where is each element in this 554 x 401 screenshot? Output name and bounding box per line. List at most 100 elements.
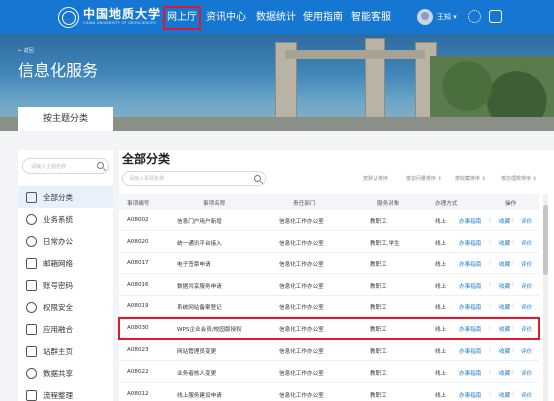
table-row[interactable]: A08017 电子签章申请 信息化工作办公室 教职工 线上 办事指南 | 收藏 | 评价 <box>119 253 539 274</box>
back-link[interactable]: ← 返回 <box>18 47 34 54</box>
favorite-link[interactable]: 收藏 <box>499 282 510 290</box>
sidebar-item-business[interactable]: 业务系统 <box>18 208 113 230</box>
lock-icon <box>26 279 37 291</box>
nav-online-hall[interactable]: 网上厅 <box>163 6 201 30</box>
section-title: 全部分类 <box>122 152 171 166</box>
sidebar-item-data-share[interactable]: 数据共享 <box>18 362 113 384</box>
col-dept: 责任部门 <box>293 201 316 207</box>
table-row[interactable]: A08016 数据共享服务申请 信息化工作办公室 教职工 线上 办事指南 | 收藏 | 评价 <box>119 275 539 296</box>
action-separator: | <box>512 347 514 353</box>
favorite-link[interactable]: 收藏 <box>499 347 510 355</box>
sidebar-item-office[interactable]: 日常办公 <box>18 230 113 252</box>
cell-mode: 线上 <box>435 241 447 247</box>
category-sidebar: 请输入主题名称 全部分类 业务系统 日常办公 邮箱网络 账号密码 权限安全 应用… <box>18 150 113 401</box>
cell-id: A08020 <box>127 239 149 245</box>
cell-target: 教职工,学生 <box>370 241 400 247</box>
nav-guide[interactable]: 使用指南 <box>303 10 343 26</box>
table-row[interactable]: A08002 信息门户用户新增 信息化工作办公室 教职工 线上 办事指南 | 收藏 | 评价 <box>119 210 539 231</box>
col-target: 服务对象 <box>377 201 400 207</box>
sidebar-item-mail-network[interactable]: 邮箱网络 <box>18 252 113 274</box>
table-row[interactable]: A08020 统一通讯平台接入 信息化工作办公室 教职工,学生 线上 办事指南 | 收藏 | 评价 <box>119 232 539 253</box>
university-seal-icon <box>58 6 79 28</box>
nav-news-center[interactable]: 资讯中心 <box>206 10 246 26</box>
university-logo[interactable]: 中国地质大学 CHINA UNIVERSITY OF GEOSCIENCES <box>58 5 161 29</box>
col-name: 事项名称 <box>203 201 226 207</box>
sidebar-search-input[interactable]: 请输入主题名称 <box>22 158 109 174</box>
guide-link[interactable]: 办事指南 <box>459 217 481 225</box>
rate-link[interactable]: 评价 <box>521 391 532 399</box>
table-row[interactable]: A08023 网站管理员变更 信息化工作办公室 教职工 线上 办事指南 | 收藏 | 评价 <box>119 340 539 361</box>
favorite-link[interactable]: 收藏 <box>499 260 510 268</box>
sidebar-item-flow[interactable]: 流程整理 <box>18 384 113 401</box>
action-separator: | <box>512 303 514 309</box>
rate-link[interactable]: 评价 <box>521 260 532 268</box>
sort-by-favorites[interactable]: 按收藏排序 ⇕ <box>455 175 486 182</box>
cell-id: A08017 <box>127 260 149 266</box>
scrollbar-thumb[interactable] <box>543 205 548 275</box>
logout-icon[interactable] <box>489 10 502 23</box>
guide-link[interactable]: 办事指南 <box>459 391 481 399</box>
cell-dept: 信息化工作办公室 <box>279 262 324 268</box>
favorite-link[interactable]: 收藏 <box>499 303 510 311</box>
rate-link[interactable]: 评价 <box>521 217 532 225</box>
search-icon[interactable] <box>97 162 104 169</box>
guide-link[interactable]: 办事指南 <box>459 303 481 311</box>
guide-link[interactable]: 办事指南 <box>459 347 481 355</box>
sort-by-visits[interactable]: 按访问量排序 ⇕ <box>406 175 442 182</box>
settings-icon[interactable] <box>468 10 481 23</box>
cell-dept: 信息化工作办公室 <box>279 305 324 311</box>
cell-target: 教职工 <box>370 349 387 355</box>
guide-link[interactable]: 办事指南 <box>459 260 481 268</box>
user-menu[interactable]: 王知 ▾ <box>417 9 457 25</box>
guide-link[interactable]: 办事指南 <box>459 325 481 333</box>
cell-name: WPS企业会员/校园版授权 <box>177 327 242 333</box>
search-icon[interactable] <box>254 175 261 182</box>
tab-by-theme[interactable]: 按主题分类 <box>18 107 113 131</box>
action-separator: | <box>489 347 491 353</box>
rate-link[interactable]: 评价 <box>521 347 532 355</box>
nav-statistics[interactable]: 数据统计 <box>256 10 296 26</box>
rate-link[interactable]: 评价 <box>521 325 532 333</box>
cell-mode: 线上 <box>435 349 447 355</box>
item-search-input[interactable]: 请输入事项名称 <box>122 171 266 186</box>
cell-name: 统一通讯平台接入 <box>177 241 222 247</box>
rate-link[interactable]: 评价 <box>521 303 532 311</box>
action-separator: | <box>512 239 514 245</box>
cell-target: 教职工 <box>370 327 387 333</box>
favorite-link[interactable]: 收藏 <box>499 239 510 247</box>
guide-link[interactable]: 办事指南 <box>459 239 481 247</box>
guide-link[interactable]: 办事指南 <box>459 282 481 290</box>
sidebar-item-apps[interactable]: 应用融合 <box>18 318 113 340</box>
favorite-link[interactable]: 收藏 <box>499 217 510 225</box>
guide-link[interactable]: 办事指南 <box>459 369 481 377</box>
favorite-link[interactable]: 收藏 <box>499 391 510 399</box>
table-row[interactable]: A08030 WPS企业会员/校园版授权 信息化工作办公室 教职工 线上 办事指南 | 收藏 |… <box>118 317 540 340</box>
sidebar-item-security[interactable]: 权限安全 <box>18 296 113 318</box>
main-panel: 全部分类 请输入事项名称 按默认排序 按访问量排序 ⇕ 按收藏排序 ⇕ 按办理数… <box>118 150 554 401</box>
cell-target: 教职工 <box>370 284 387 290</box>
table-header: 事项编号 事项名称 责任部门 服务对象 办理方式 操作 <box>119 194 539 210</box>
cell-target: 教职工 <box>370 393 387 399</box>
action-separator: | <box>512 217 514 223</box>
action-separator: | <box>489 303 491 309</box>
action-separator: | <box>489 282 491 288</box>
rate-link[interactable]: 评价 <box>521 282 532 290</box>
sidebar-item-all[interactable]: 全部分类 <box>18 186 113 208</box>
favorite-link[interactable]: 收藏 <box>499 325 510 333</box>
table-row[interactable]: A08022 业务者核人变更 信息化工作办公室 教职工 线上 办事指南 | 收藏 | 评价 <box>119 362 539 383</box>
table-row[interactable]: A08012 线上服务建设申请 信息化工作办公室 教职工 线上 办事指南 | 收藏 | 评价 <box>119 384 539 401</box>
cell-mode: 线上 <box>435 284 447 290</box>
sort-by-handled[interactable]: 按办理数排序 ⇕ <box>501 175 537 182</box>
logo-subtitle: CHINA UNIVERSITY OF GEOSCIENCES <box>83 21 157 25</box>
sidebar-item-sites[interactable]: 站群主页 <box>18 340 113 362</box>
favorite-link[interactable]: 收藏 <box>499 369 510 377</box>
table-row[interactable]: A08019 系统网站备案登记 信息化工作办公室 教职工 线上 办事指南 | 收藏 | 评价 <box>119 296 539 317</box>
nav-smart-service[interactable]: 智能客服 <box>351 10 391 26</box>
rate-link[interactable]: 评价 <box>521 239 532 247</box>
sort-default[interactable]: 按默认排序 <box>363 175 388 182</box>
sidebar-item-account[interactable]: 账号密码 <box>18 274 113 296</box>
cell-dept: 信息化工作办公室 <box>279 371 324 377</box>
cloud-icon <box>26 213 37 225</box>
avatar <box>417 9 433 25</box>
rate-link[interactable]: 评价 <box>521 369 532 377</box>
